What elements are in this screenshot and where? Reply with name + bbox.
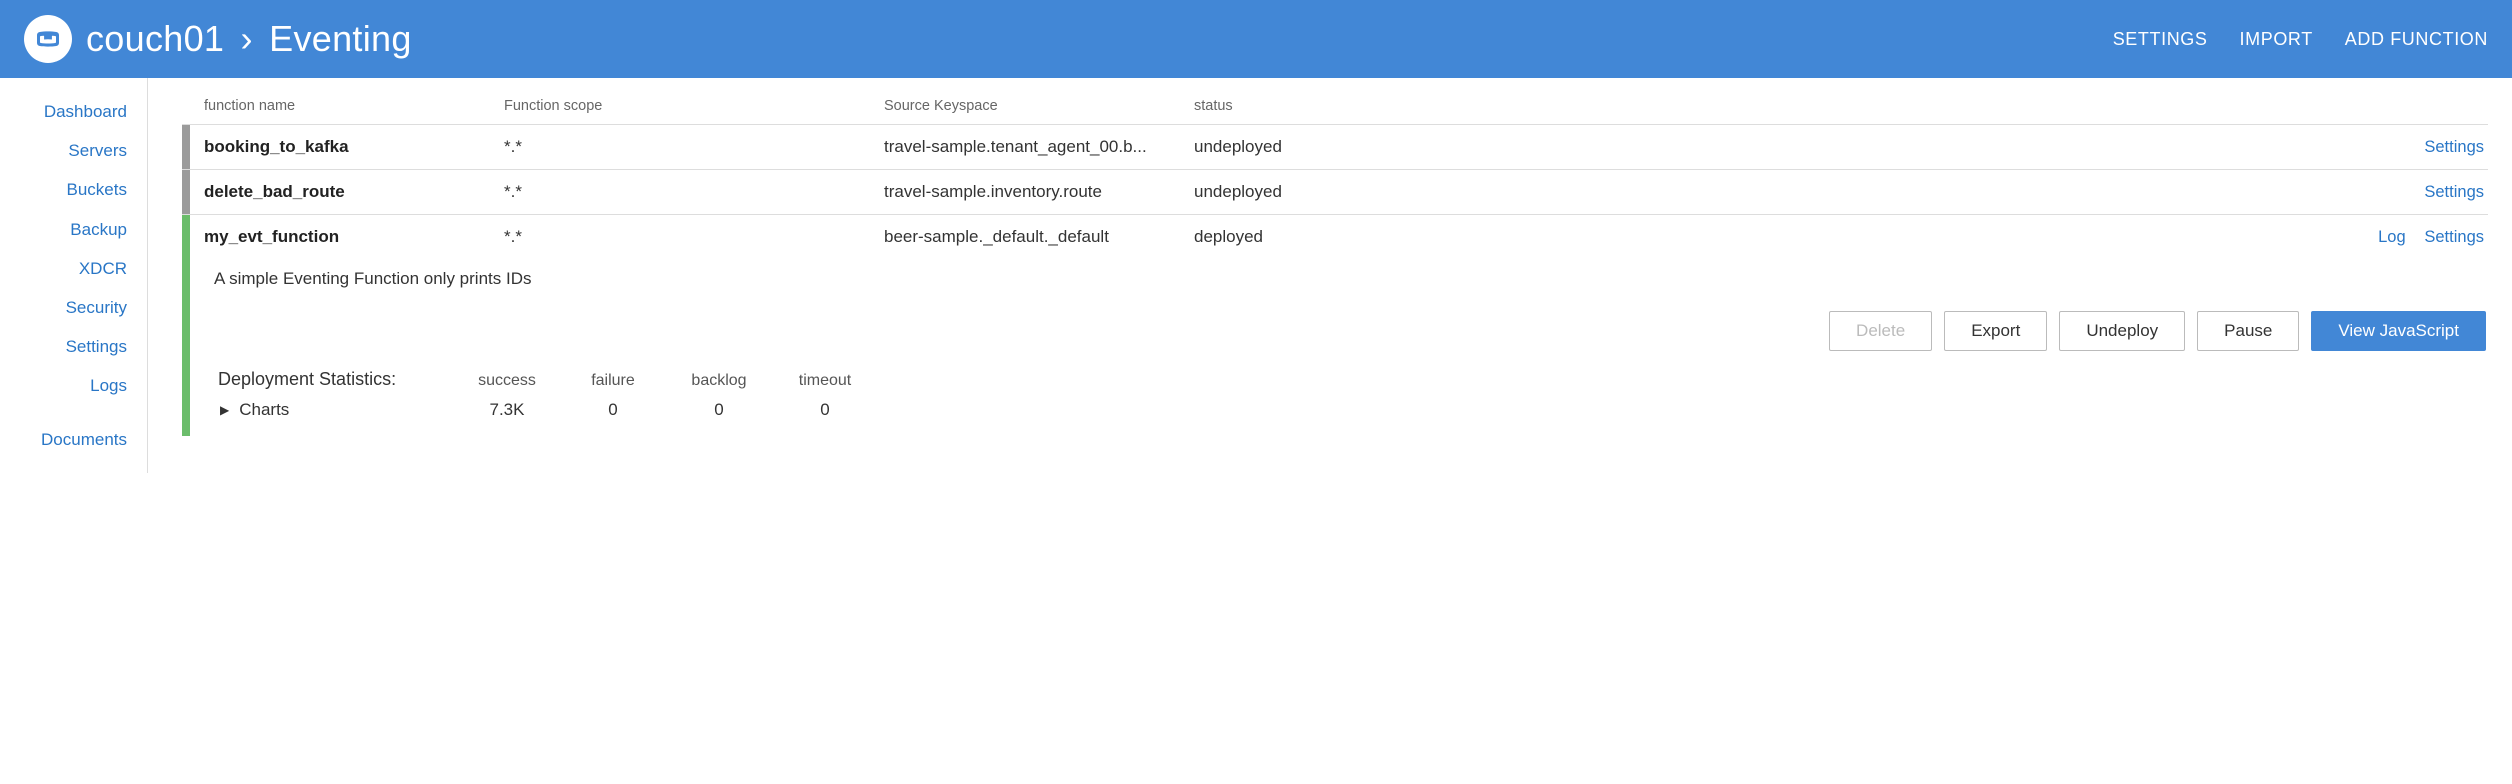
top-header: couch01 › Eventing SETTINGS IMPORT ADD F… bbox=[0, 0, 2512, 78]
table-row[interactable]: booking_to_kafka *.* travel-sample.tenan… bbox=[182, 124, 2488, 169]
sidebar-item-security[interactable]: Security bbox=[0, 288, 147, 327]
add-function-link[interactable]: ADD FUNCTION bbox=[2345, 29, 2488, 50]
function-name: booking_to_kafka bbox=[204, 137, 504, 157]
breadcrumb-separator: › bbox=[241, 18, 253, 59]
stat-label-backlog: backlog bbox=[686, 372, 752, 390]
row-settings-link[interactable]: Settings bbox=[2424, 138, 2484, 156]
sidebar-item-buckets[interactable]: Buckets bbox=[0, 170, 147, 209]
source-keyspace: travel-sample.tenant_agent_00.b... bbox=[884, 137, 1194, 157]
breadcrumb: couch01 › Eventing bbox=[86, 18, 412, 60]
deployment-stats-header: Deployment Statistics: success failure b… bbox=[212, 369, 2488, 390]
sidebar-item-xdcr[interactable]: XDCR bbox=[0, 249, 147, 288]
stat-value-backlog: 0 bbox=[686, 400, 752, 420]
view-js-button[interactable]: View JavaScript bbox=[2311, 311, 2486, 351]
import-link[interactable]: IMPORT bbox=[2240, 29, 2313, 50]
function-scope: *.* bbox=[504, 227, 884, 247]
sidebar-item-logs[interactable]: Logs bbox=[0, 366, 147, 405]
charts-toggle[interactable]: ▶ Charts bbox=[218, 400, 434, 420]
function-name: delete_bad_route bbox=[204, 182, 504, 202]
sidebar-item-settings[interactable]: Settings bbox=[0, 327, 147, 366]
triangle-right-icon: ▶ bbox=[220, 403, 229, 417]
sidebar-item-documents[interactable]: Documents bbox=[0, 420, 147, 459]
function-scope: *.* bbox=[504, 182, 884, 202]
source-keyspace: travel-sample.inventory.route bbox=[884, 182, 1194, 202]
col-header-status: status bbox=[1194, 98, 1374, 114]
sidebar-item-backup[interactable]: Backup bbox=[0, 210, 147, 249]
delete-button: Delete bbox=[1829, 311, 1932, 351]
status-strip bbox=[182, 215, 190, 259]
stat-value-failure: 0 bbox=[580, 400, 646, 420]
row-log-link[interactable]: Log bbox=[2378, 228, 2406, 246]
col-header-scope: Function scope bbox=[504, 98, 884, 114]
sidebar-item-servers[interactable]: Servers bbox=[0, 131, 147, 170]
sidebar: Dashboard Servers Buckets Backup XDCR Se… bbox=[0, 78, 148, 473]
undeploy-button[interactable]: Undeploy bbox=[2059, 311, 2185, 351]
function-description: A simple Eventing Function only prints I… bbox=[212, 269, 2488, 289]
stat-label-timeout: timeout bbox=[792, 372, 858, 390]
table-row[interactable]: my_evt_function *.* beer-sample._default… bbox=[182, 214, 2488, 259]
settings-link[interactable]: SETTINGS bbox=[2113, 29, 2208, 50]
col-header-name: function name bbox=[204, 98, 504, 114]
main-content: function name Function scope Source Keys… bbox=[148, 78, 2512, 473]
source-keyspace: beer-sample._default._default bbox=[884, 227, 1194, 247]
status-text: undeployed bbox=[1194, 137, 1374, 157]
pause-button[interactable]: Pause bbox=[2197, 311, 2299, 351]
action-buttons: Delete Export Undeploy Pause View JavaSc… bbox=[212, 311, 2488, 351]
sidebar-item-dashboard[interactable]: Dashboard bbox=[0, 92, 147, 131]
couchbase-logo-icon bbox=[24, 15, 72, 63]
stat-label-success: success bbox=[474, 372, 540, 390]
stat-label-failure: failure bbox=[580, 372, 646, 390]
expanded-panel: A simple Eventing Function only prints I… bbox=[182, 259, 2488, 436]
stats-title: Deployment Statistics: bbox=[218, 369, 434, 390]
row-settings-link[interactable]: Settings bbox=[2424, 183, 2484, 201]
charts-label-text: Charts bbox=[239, 400, 289, 420]
status-strip bbox=[182, 170, 190, 214]
breadcrumb-node[interactable]: couch01 bbox=[86, 18, 224, 59]
table-header-row: function name Function scope Source Keys… bbox=[182, 92, 2488, 124]
status-text: undeployed bbox=[1194, 182, 1374, 202]
status-strip bbox=[182, 125, 190, 169]
function-name: my_evt_function bbox=[204, 227, 504, 247]
col-header-source: Source Keyspace bbox=[884, 98, 1194, 114]
export-button[interactable]: Export bbox=[1944, 311, 2047, 351]
header-actions: SETTINGS IMPORT ADD FUNCTION bbox=[2113, 29, 2488, 50]
breadcrumb-section: Eventing bbox=[269, 18, 412, 59]
table-row[interactable]: delete_bad_route *.* travel-sample.inven… bbox=[182, 169, 2488, 214]
stat-value-timeout: 0 bbox=[792, 400, 858, 420]
stats-values-row: ▶ Charts 7.3K 0 0 0 bbox=[212, 390, 2488, 420]
row-settings-link[interactable]: Settings bbox=[2424, 228, 2484, 246]
stat-value-success: 7.3K bbox=[474, 400, 540, 420]
status-text: deployed bbox=[1194, 227, 1374, 247]
function-scope: *.* bbox=[504, 137, 884, 157]
